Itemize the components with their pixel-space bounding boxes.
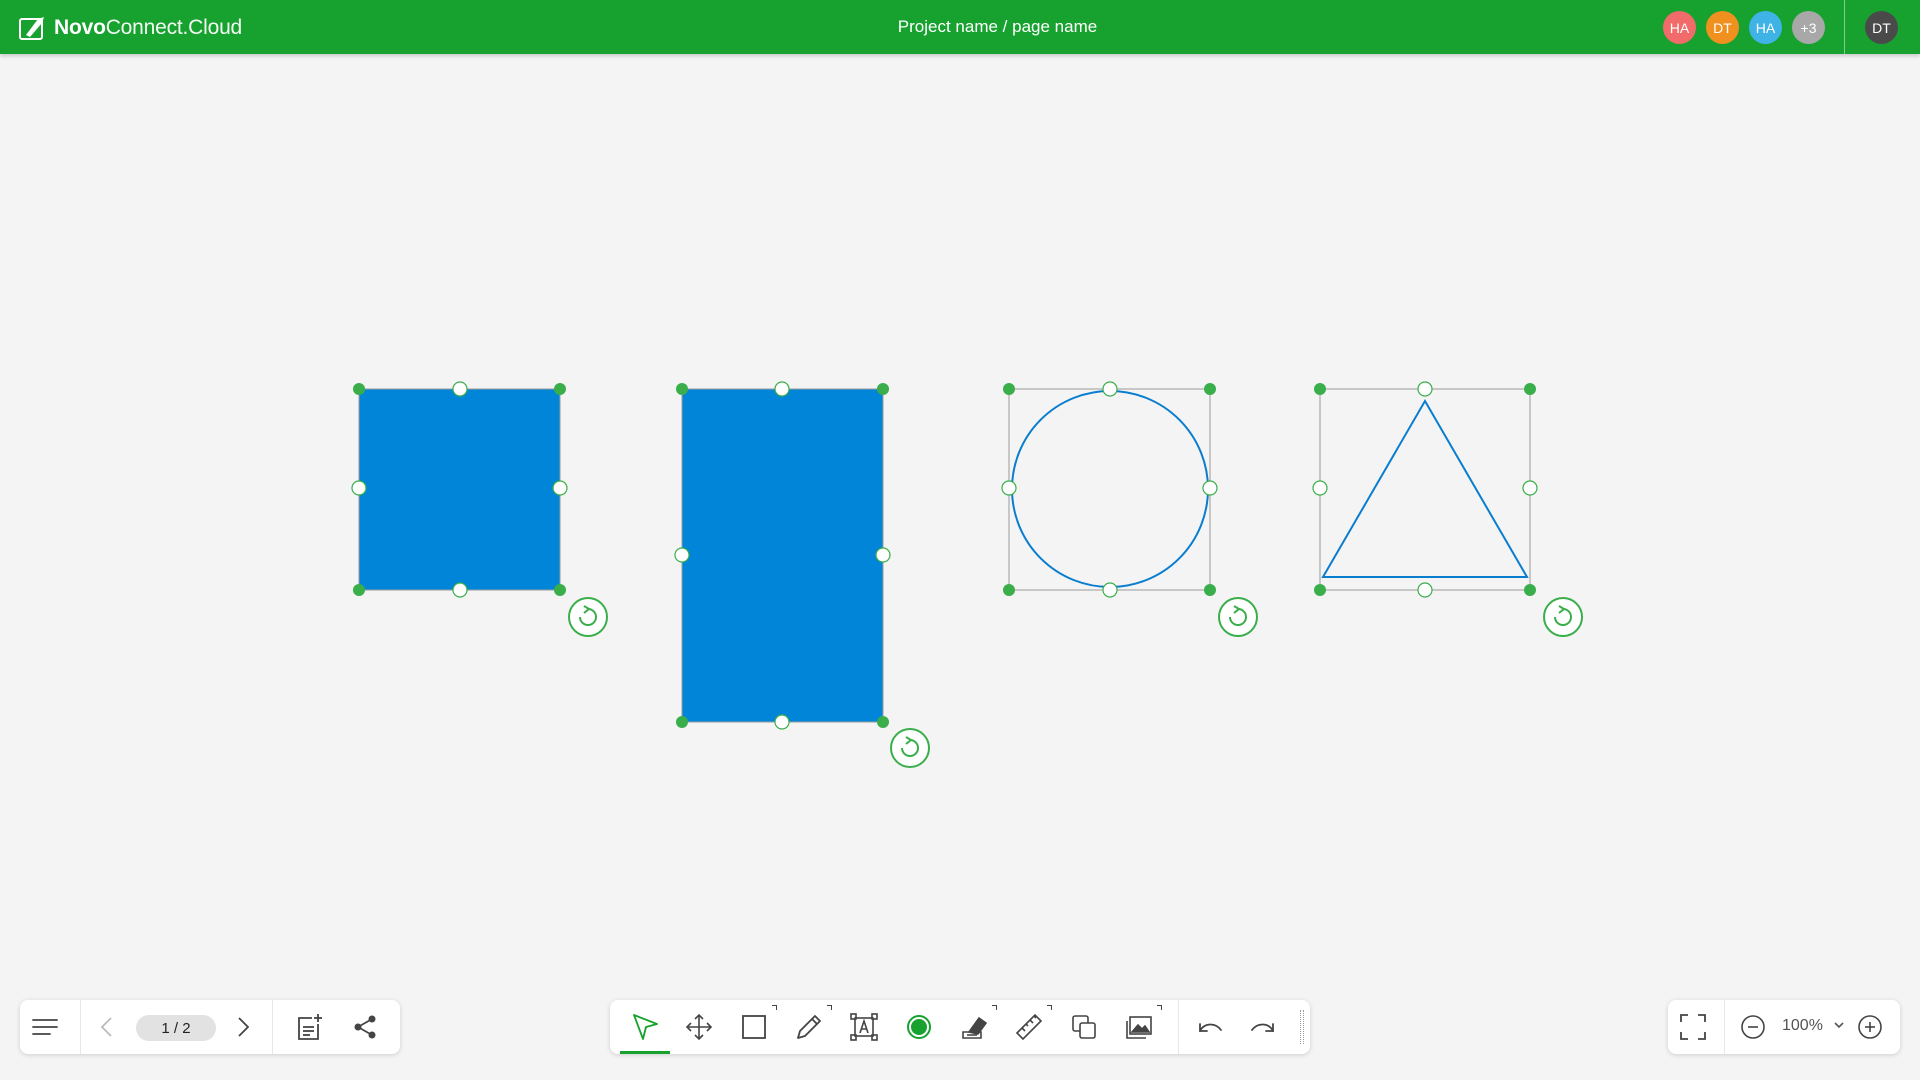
menu-button[interactable] xyxy=(20,1000,70,1054)
corner-handles[interactable] xyxy=(1314,383,1536,596)
submenu-indicator-icon xyxy=(772,1005,777,1010)
page-toolbar: 1 / 2 xyxy=(20,1000,400,1054)
redo-icon xyxy=(1251,1023,1274,1032)
submenu-indicator-icon xyxy=(1047,1005,1052,1010)
insert-image-button[interactable] xyxy=(1114,1000,1164,1054)
chevron-left-icon xyxy=(100,1017,112,1037)
zoom-in-icon xyxy=(1858,1015,1882,1039)
toolbar-divider xyxy=(80,1000,81,1054)
rotate-handle-icon[interactable] xyxy=(890,728,930,768)
duplicate-button[interactable] xyxy=(1059,1000,1109,1054)
square-shape[interactable] xyxy=(351,381,608,637)
header-divider xyxy=(1844,0,1845,54)
select-tool-button[interactable] xyxy=(620,1000,670,1054)
eraser-tool-button[interactable] xyxy=(949,1000,999,1054)
previous-page-button[interactable] xyxy=(82,1000,132,1054)
page-title: Project name / page name xyxy=(897,17,1098,36)
chevron-right-icon xyxy=(238,1017,250,1037)
undo-icon xyxy=(1199,1023,1222,1032)
zoom-out-icon xyxy=(1741,1015,1765,1039)
participant-avatars: HA DT HA +3 xyxy=(1663,11,1825,44)
submenu-indicator-icon xyxy=(992,1005,997,1010)
circle-shape[interactable] xyxy=(1001,381,1258,637)
color-swatch-icon xyxy=(907,1015,931,1039)
redo-button[interactable] xyxy=(1238,1000,1288,1054)
submenu-indicator-icon xyxy=(827,1005,832,1010)
view-toolbar: 100% xyxy=(1668,1000,1900,1054)
fullscreen-icon xyxy=(1680,1014,1706,1040)
image-gallery-icon xyxy=(1126,1016,1152,1039)
current-user-avatar[interactable]: DT xyxy=(1865,11,1898,44)
novoconnect-logo-icon xyxy=(19,17,44,40)
pen-tool-button[interactable] xyxy=(784,1000,834,1054)
duplicate-icon xyxy=(1072,1015,1096,1039)
pencil-icon xyxy=(797,1015,821,1039)
top-bar: NovoConnect.Cloud Project name / page na… xyxy=(0,0,1920,54)
move-arrows-icon xyxy=(685,1013,713,1041)
zoom-in-button[interactable] xyxy=(1845,1000,1895,1054)
triangle-shape[interactable] xyxy=(1312,381,1583,637)
zoom-level-dropdown[interactable]: 100% xyxy=(1782,1017,1845,1035)
eraser-icon xyxy=(962,1016,988,1039)
next-page-button[interactable] xyxy=(218,1000,268,1054)
app-name: NovoConnect.Cloud xyxy=(54,16,243,39)
ruler-tool-button[interactable] xyxy=(1004,1000,1054,1054)
ruler-icon xyxy=(1015,1013,1043,1041)
avatar[interactable]: HA xyxy=(1749,11,1782,44)
edge-handles[interactable] xyxy=(1312,381,1538,598)
move-tool-button[interactable] xyxy=(674,1000,724,1054)
canvas-drawing[interactable] xyxy=(0,54,1920,1080)
rectangle-shape[interactable] xyxy=(674,381,930,768)
active-tool-indicator xyxy=(620,1051,670,1054)
toolbar-divider xyxy=(1178,1000,1179,1054)
text-box-tool-button[interactable] xyxy=(839,1000,889,1054)
rotate-handle-icon[interactable] xyxy=(568,597,608,637)
add-page-button[interactable] xyxy=(284,1000,334,1054)
toolbar-divider xyxy=(1724,1000,1725,1054)
toolbar-divider xyxy=(272,1000,273,1054)
add-page-icon xyxy=(298,1014,322,1040)
chevron-down-icon xyxy=(1834,1022,1844,1029)
corner-handles[interactable] xyxy=(1003,383,1216,596)
menu-icon xyxy=(32,1019,58,1035)
edge-handles[interactable] xyxy=(1001,381,1218,598)
drawing-toolbar xyxy=(610,1000,1310,1054)
page-indicator[interactable]: 1 / 2 xyxy=(136,1015,216,1041)
undo-button[interactable] xyxy=(1185,1000,1235,1054)
zoom-level-value: 100% xyxy=(1782,1017,1823,1034)
app-logo[interactable]: NovoConnect.Cloud xyxy=(18,13,242,43)
avatar[interactable]: DT xyxy=(1706,11,1739,44)
whiteboard-canvas[interactable] xyxy=(0,54,1920,1080)
zoom-out-button[interactable] xyxy=(1728,1000,1778,1054)
avatar[interactable]: HA xyxy=(1663,11,1696,44)
color-picker-button[interactable] xyxy=(894,1000,944,1054)
rotate-handle-icon[interactable] xyxy=(1543,597,1583,637)
square-shape-icon xyxy=(742,1015,766,1039)
drag-handle[interactable] xyxy=(1300,1010,1304,1044)
submenu-indicator-icon xyxy=(1157,1005,1162,1010)
shape-tool-button[interactable] xyxy=(729,1000,779,1054)
text-box-icon xyxy=(850,1013,878,1041)
share-icon xyxy=(354,1015,376,1039)
rotate-handle-icon[interactable] xyxy=(1218,597,1258,637)
fullscreen-button[interactable] xyxy=(1668,1000,1718,1054)
share-button[interactable] xyxy=(340,1000,390,1054)
more-participants-badge[interactable]: +3 xyxy=(1792,11,1825,44)
select-cursor-icon xyxy=(633,1014,658,1040)
